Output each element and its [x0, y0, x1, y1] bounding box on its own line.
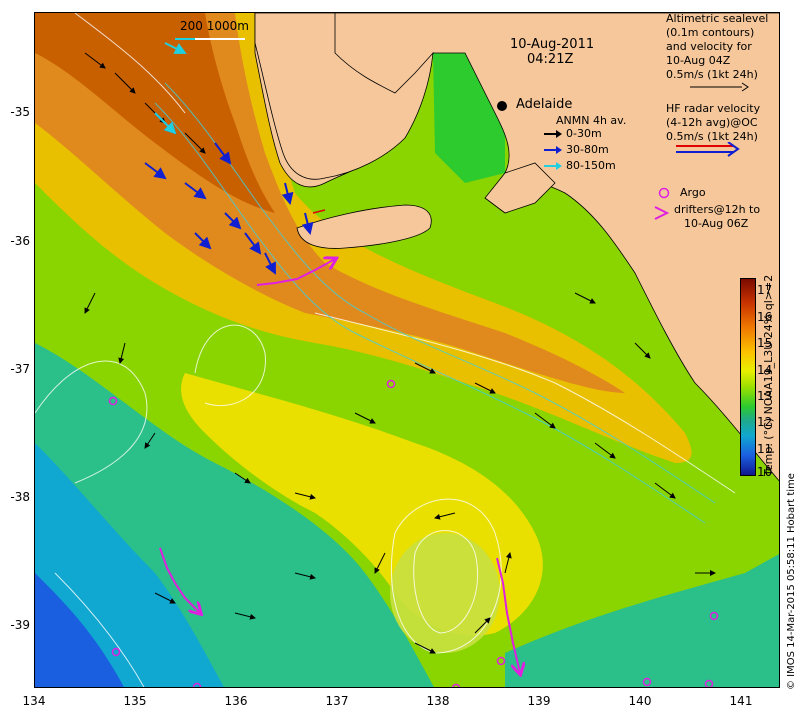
altimetry-line-5: 0.5m/s (1kt 24h) [666, 68, 758, 81]
x-tick-137: 137 [325, 694, 349, 708]
altimetry-line-1: Altimetric sealevel [666, 12, 769, 25]
scale-label: 200 1000m [180, 19, 249, 33]
y-tick-36: -36 [10, 234, 30, 248]
x-tick-134: 134 [22, 694, 46, 708]
x-tick-138: 138 [426, 694, 450, 708]
city-label: Adelaide [516, 97, 573, 112]
colorbar-label: Temp. (°C) NOAA19_L3U 24% ql>=2 [762, 274, 775, 476]
warm-eddy [390, 533, 500, 653]
temperature-colorbar [740, 278, 756, 476]
drifter-legend-arrow [654, 206, 670, 220]
argo-label: Argo [680, 186, 706, 199]
anmn-legend-arrows [544, 130, 562, 170]
altimetry-line-3: and velocity for [666, 40, 752, 53]
title-date: 10-Aug-2011 [510, 37, 595, 52]
altimetry-line-4: 10-Aug 04Z [666, 54, 731, 67]
adelaide-dot [497, 101, 507, 111]
y-tick-37: -37 [10, 362, 30, 376]
credit-line: © IMOS 14-Mar-2015 05:58:11 Hobart time [786, 473, 797, 690]
drifters-line-2: 10-Aug 06Z [684, 217, 749, 230]
altimetry-legend-arrow [690, 82, 749, 92]
hf-line-2: (4-12h avg)@OC [666, 116, 758, 129]
title-time: 04:21Z [527, 52, 574, 67]
anmn-item-2: 80-150m [566, 159, 616, 172]
hf-legend-arrows [676, 142, 740, 157]
x-tick-141: 141 [729, 694, 753, 708]
y-tick-35: -35 [10, 105, 30, 119]
y-tick-39: -39 [10, 618, 30, 632]
anmn-item-1: 30-80m [566, 143, 609, 156]
anmn-item-0: 0-30m [566, 127, 602, 140]
altimetry-line-2: (0.1m contours) [666, 26, 755, 39]
hf-line-1: HF radar velocity [666, 102, 761, 115]
x-tick-135: 135 [123, 694, 147, 708]
argo-legend-circle [658, 187, 670, 199]
anmn-title: ANMN 4h av. [556, 114, 627, 127]
x-tick-136: 136 [224, 694, 248, 708]
y-tick-38: -38 [10, 490, 30, 504]
drifters-line-1: drifters@12h to [674, 203, 761, 216]
x-tick-140: 140 [628, 694, 652, 708]
x-tick-139: 139 [527, 694, 551, 708]
